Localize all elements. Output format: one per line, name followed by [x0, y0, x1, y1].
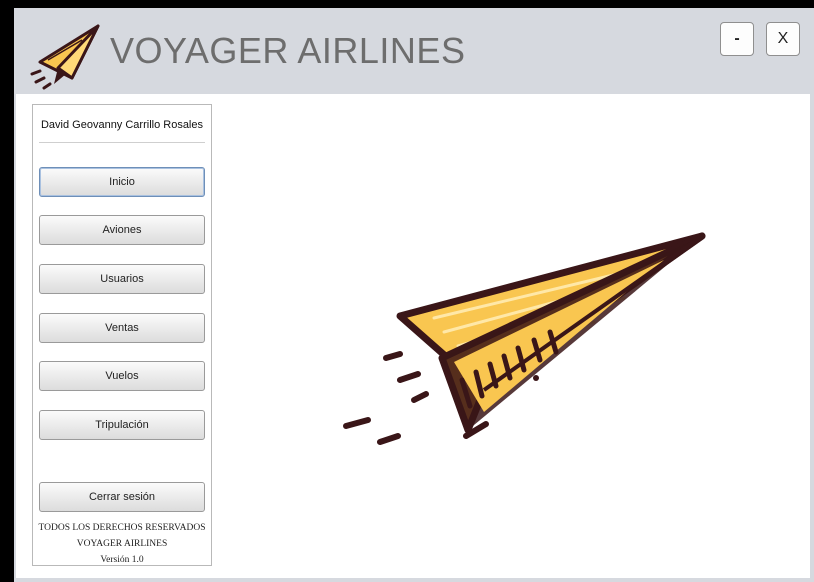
divider — [39, 142, 205, 143]
close-button[interactable]: X — [766, 22, 800, 56]
paper-plane-icon — [30, 24, 100, 90]
footer-company: VOYAGER AIRLINES — [76, 539, 168, 549]
nav-tripulacion-button[interactable]: Tripulación — [39, 410, 205, 440]
minimize-button[interactable]: - — [720, 22, 754, 56]
footer-version: Versión 1.0 — [100, 555, 144, 565]
user-name: David Geovanny Carrillo Rosales — [40, 119, 203, 131]
nav-aviones-button[interactable]: Aviones — [39, 215, 205, 245]
sidebar: David Geovanny Carrillo Rosales Inicio A… — [32, 104, 212, 566]
logout-button[interactable]: Cerrar sesión — [39, 482, 205, 512]
nav-usuarios-button[interactable]: Usuarios — [39, 264, 205, 294]
paper-plane-illustration — [343, 232, 706, 445]
app-title: VOYAGER AIRLINES — [110, 30, 466, 71]
nav-inicio-button[interactable]: Inicio — [39, 167, 205, 197]
nav-vuelos-button[interactable]: Vuelos — [39, 361, 205, 391]
nav-ventas-button[interactable]: Ventas — [39, 313, 205, 343]
footer-rights: TODOS LOS DERECHOS RESERVADOS — [38, 523, 206, 533]
title-bar: VOYAGER AIRLINES - X — [14, 8, 814, 94]
app-window: VOYAGER AIRLINES - X David Geovanny Carr… — [14, 8, 814, 582]
